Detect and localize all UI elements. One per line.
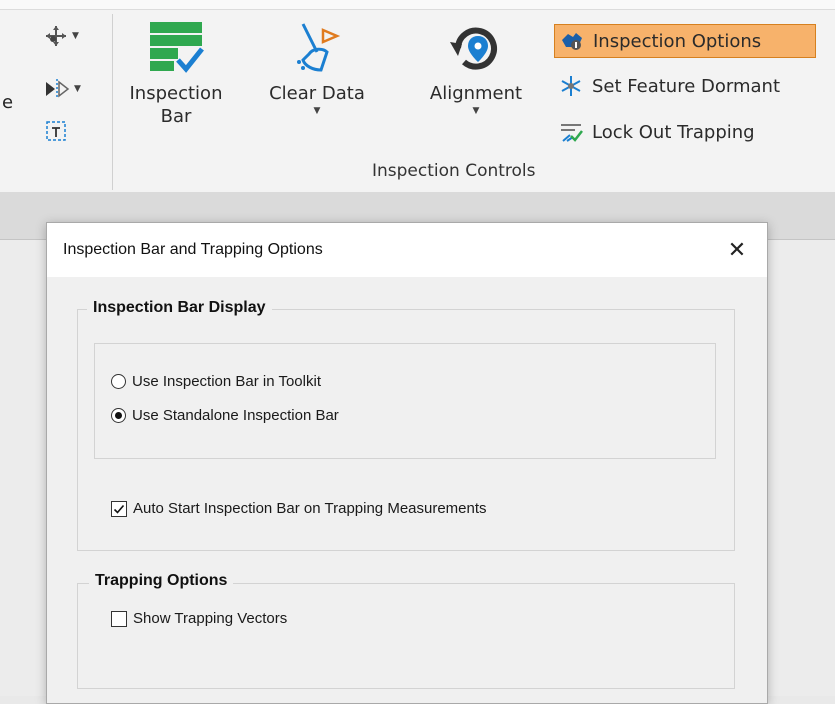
lock-out-trapping-label: Lock Out Trapping [592, 121, 755, 143]
show-trapping-vectors-checkbox[interactable]: Show Trapping Vectors [111, 610, 287, 627]
snowflake-icon [558, 73, 584, 99]
checkbox-unchecked[interactable] [111, 610, 127, 627]
trapping-options-caption: Trapping Options [89, 572, 234, 590]
inspection-options-dialog: Inspection Bar and Trapping Options ✕ In… [46, 222, 768, 704]
auto-start-label: Auto Start Inspection Bar on Trapping Me… [133, 500, 487, 517]
inspection-bar-icon [150, 22, 204, 73]
radio-use-standalone[interactable]: Use Standalone Inspection Bar [111, 407, 339, 424]
lock-out-trapping-icon [558, 119, 584, 145]
dialog-title-bar[interactable]: Inspection Bar and Trapping Options ✕ [47, 223, 767, 277]
ribbon-separator [112, 14, 113, 190]
set-feature-dormant-button[interactable]: Set Feature Dormant [554, 70, 780, 102]
radio-use-toolkit[interactable]: Use Inspection Bar in Toolkit [111, 373, 321, 390]
radio-button-selected[interactable] [111, 408, 126, 423]
alignment-label: Alignment [429, 83, 523, 104]
clear-data-label: Clear Data [269, 83, 365, 104]
mirror-tool-button[interactable]: ▼ [44, 75, 92, 103]
chevron-down-icon: ▼ [72, 31, 79, 41]
clear-data-button[interactable]: Clear Data ▼ [262, 22, 372, 117]
auto-start-checkbox[interactable]: Auto Start Inspection Bar on Trapping Me… [111, 500, 487, 517]
inspection-bar-label-2: Bar [160, 106, 192, 127]
trapping-options-group [77, 583, 735, 689]
inspection-options-icon [559, 28, 585, 54]
move-icon [46, 26, 66, 46]
radio-use-standalone-label: Use Standalone Inspection Bar [132, 407, 339, 424]
inspection-bar-button[interactable]: Inspection Bar [116, 22, 236, 128]
set-feature-dormant-label: Set Feature Dormant [592, 75, 781, 97]
chevron-down-icon: ▼ [313, 106, 321, 116]
inspection-bar-display-caption: Inspection Bar Display [87, 299, 272, 317]
dialog-title: Inspection Bar and Trapping Options [63, 241, 323, 258]
ribbon: e ▼ ▼ Inspection Bar Clear Data ▼ Alignm… [0, 0, 835, 193]
radio-button[interactable] [111, 374, 126, 389]
inspection-bar-label-1: Inspection [129, 83, 223, 104]
mirror-icon [46, 79, 70, 99]
inspection-options-label: Inspection Options [593, 30, 762, 52]
lock-out-trapping-button[interactable]: Lock Out Trapping [554, 116, 755, 148]
region-icon [46, 121, 66, 141]
ribbon-group-label: Inspection Controls [372, 161, 536, 181]
truncated-label: e [2, 92, 14, 113]
alignment-icon [450, 27, 497, 70]
close-icon[interactable]: ✕ [719, 232, 755, 268]
chevron-down-icon: ▼ [74, 84, 81, 94]
checkmark-icon [113, 504, 125, 514]
radio-use-toolkit-label: Use Inspection Bar in Toolkit [132, 373, 321, 390]
display-mode-box [94, 343, 716, 459]
show-trapping-vectors-label: Show Trapping Vectors [133, 610, 288, 627]
region-tool-button[interactable] [44, 117, 92, 145]
inspection-options-button[interactable]: Inspection Options [554, 24, 816, 58]
broom-icon [297, 23, 341, 72]
move-tool-button[interactable]: ▼ [44, 22, 92, 50]
ribbon-top-edge [0, 0, 835, 10]
checkbox-checked[interactable] [111, 500, 127, 517]
chevron-down-icon: ▼ [472, 106, 480, 116]
alignment-button[interactable]: Alignment ▼ [420, 22, 532, 117]
